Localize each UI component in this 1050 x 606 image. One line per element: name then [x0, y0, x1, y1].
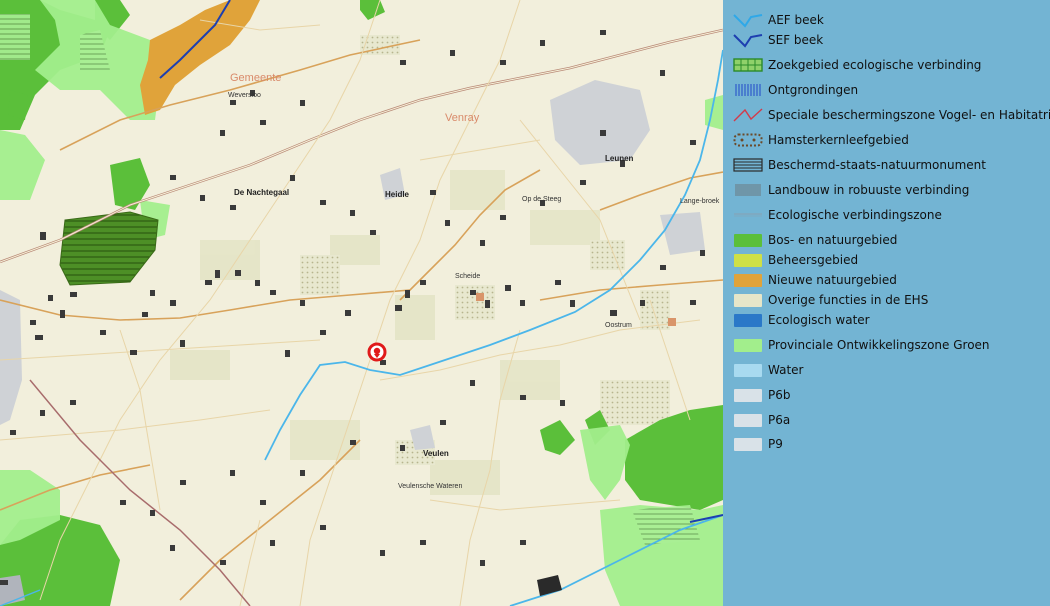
- legend-item: Provinciale Ontwikkelingszone Groen: [733, 335, 990, 355]
- legend-item-label: Ecologisch water: [768, 313, 870, 327]
- line-dark-blue-icon: [733, 32, 763, 48]
- place-label-de-nachtegaal: De Nachtegaal: [234, 188, 290, 197]
- place-label-heidle: Heidle: [385, 190, 410, 199]
- legend-item-label: P6a: [768, 413, 791, 427]
- place-label-veulen: Veulen: [423, 449, 449, 458]
- legend-item-label: P9: [768, 437, 783, 451]
- place-label-leunen: Leunen: [605, 154, 634, 163]
- location-marker-icon[interactable]: [367, 342, 387, 362]
- municipality-label-gemeente: Gemeente: [230, 72, 282, 84]
- legend-item: Beschermd-staats-natuurmonument: [733, 155, 986, 175]
- legend-item: Ecologische verbindingszone: [733, 205, 942, 225]
- fill-icon: [733, 436, 763, 452]
- green-grid-icon: [733, 57, 763, 73]
- horizontal-hatch-icon: [733, 157, 763, 173]
- place-label-weversloo: Weversloo: [228, 92, 261, 99]
- legend-item-label: Ecologische verbindingszone: [768, 208, 942, 222]
- legend-item-label: P6b: [768, 388, 791, 402]
- legend-item-label: Overige functies in de EHS: [768, 293, 929, 307]
- legend-item: SEF beek: [733, 30, 823, 50]
- fill-icon: [733, 387, 763, 403]
- place-label-lange-broek: Lange-broek: [680, 198, 720, 205]
- place-label-scheide: Scheide: [455, 273, 481, 280]
- legend-item-label: Beschermd-staats-natuurmonument: [768, 158, 986, 172]
- legend-item-label: Beheersgebied: [768, 253, 859, 267]
- legend-item-label: AEF beek: [768, 13, 824, 27]
- legend-item: P6b: [733, 385, 791, 405]
- legend-item: Ontgrondingen: [733, 80, 858, 100]
- legend-item: P6a: [733, 410, 790, 430]
- legend-item: Overige functies in de EHS: [733, 290, 928, 310]
- legend-item: Zoekgebied ecologische verbinding: [733, 55, 981, 75]
- legend-item: AEF beek: [733, 10, 824, 30]
- fill-icon: [733, 292, 763, 308]
- legend-item-label: Provinciale Ontwikkelingszone Groen: [768, 338, 990, 352]
- fill-icon: [733, 272, 763, 288]
- legend-item: Beheersgebied: [733, 250, 858, 270]
- grey-vertical-hatch-icon: [733, 182, 763, 198]
- fill-icon: [733, 252, 763, 268]
- place-label-veulensche-wateren: Veulensche Wateren: [398, 483, 463, 490]
- map-legend: AEF beek SEF beek Zoekgebied ecologische v…: [723, 0, 1050, 606]
- thin-line-icon: [733, 207, 763, 223]
- place-label-op-de-steeg: Op de Steeg: [522, 196, 562, 203]
- legend-item-label: Landbouw in robuuste verbinding: [768, 183, 970, 197]
- map-view[interactable]: Gemeente Venray De Nachtegaal Heidle Leu…: [0, 0, 723, 606]
- fill-icon: [733, 412, 763, 428]
- legend-item: Hamsterkernleefgebied: [733, 130, 909, 150]
- fill-icon: [733, 337, 763, 353]
- legend-item-label: Water: [768, 363, 804, 377]
- fill-icon: [733, 312, 763, 328]
- map-canvas: [0, 0, 723, 606]
- legend-item-label: Hamsterkernleefgebied: [768, 133, 909, 147]
- legend-item-label: Zoekgebied ecologische verbinding: [768, 58, 982, 72]
- legend-item: Bos- en natuurgebied: [733, 230, 897, 250]
- legend-item-label: Speciale beschermingszone Vogel- en Habi…: [768, 108, 1050, 122]
- line-light-blue-icon: [733, 12, 763, 28]
- fill-icon: [733, 232, 763, 248]
- legend-item: P9: [733, 434, 783, 454]
- legend-item-label: Bos- en natuurgebied: [768, 233, 898, 247]
- municipality-label-venray: Venray: [445, 112, 480, 124]
- legend-item-label: Ontgrondingen: [768, 83, 859, 97]
- legend-item: Speciale beschermingszone Vogel- en Habi…: [733, 105, 1050, 125]
- legend-item-label: SEF beek: [768, 33, 824, 47]
- dotted-outline-icon: [733, 132, 763, 148]
- legend-item: Landbouw in robuuste verbinding: [733, 180, 969, 200]
- legend-item: Ecologisch water: [733, 310, 870, 330]
- place-label-oostrum: Oostrum: [605, 322, 632, 329]
- fill-icon: [733, 362, 763, 378]
- legend-item-label: Nieuwe natuurgebied: [768, 273, 897, 287]
- legend-item: Water: [733, 360, 803, 380]
- line-red-icon: [733, 107, 763, 123]
- blue-vertical-hatch-icon: [733, 82, 763, 98]
- legend-item: Nieuwe natuurgebied: [733, 270, 897, 290]
